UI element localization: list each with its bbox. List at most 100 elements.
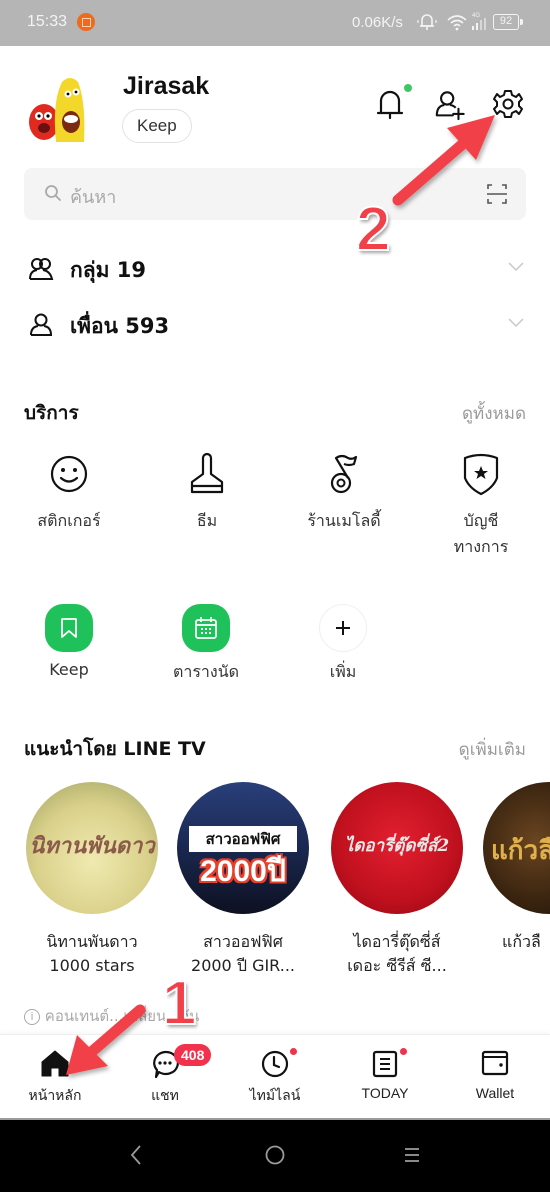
timeline-new-dot <box>290 1048 297 1055</box>
tv-title-line1: ไดอารี่ตุ๊ดซี่ส์ <box>353 932 441 951</box>
notification-dot <box>404 84 412 92</box>
plus-icon <box>336 621 350 635</box>
services-see-all-link[interactable]: ดูทั้งหมด <box>462 400 526 427</box>
screen-record-icon <box>77 13 95 31</box>
search-input[interactable]: ค้นหา <box>70 182 116 211</box>
alarm-bell-icon <box>417 14 437 30</box>
status-bar: 15:33 0.06K/s 4G 92 <box>0 0 550 46</box>
friends-row[interactable]: เพื่อน 593 <box>0 300 550 350</box>
nav-label: TODAY <box>361 1085 409 1101</box>
qr-scan-icon[interactable] <box>486 183 508 205</box>
tv-title-line1: แก้วลื <box>502 932 541 951</box>
avatar[interactable] <box>28 72 98 144</box>
keep-app-button[interactable] <box>45 604 93 652</box>
service-label: สติกเกอร์ <box>37 511 101 530</box>
tv-title-line1: นิทานพันดาว <box>46 932 138 951</box>
tv-thumbnail[interactable]: สาวออฟฟิศ 2000ปี <box>177 782 309 914</box>
home-circle-icon[interactable] <box>264 1144 286 1166</box>
service-label-line1: บัญชี <box>463 511 499 530</box>
music-note-icon <box>330 454 358 494</box>
tv-item[interactable]: สาวออฟฟิศ 2000ปี สาวออฟฟิศ 2000 ปี GIR... <box>176 782 310 978</box>
tv-title-line2: 2000 ปี GIR... <box>191 956 295 975</box>
groups-label: กลุ่ม 19 <box>70 258 146 282</box>
tv-thumbnail-text: 2000ปี <box>200 855 286 888</box>
menu-icon[interactable] <box>403 1144 421 1166</box>
system-nav-bar <box>0 1118 550 1192</box>
info-icon: i <box>24 1008 40 1025</box>
tv-item[interactable]: ไดอารี่ตุ๊ดซี่ส์2 ไดอารี่ตุ๊ดซี่ส์เดอะ ซ… <box>330 782 464 978</box>
home-icon <box>41 1050 69 1077</box>
paint-brush-icon <box>190 452 224 494</box>
chevron-down-icon[interactable] <box>508 318 524 328</box>
nav-today[interactable]: TODAY <box>330 1035 440 1117</box>
chat-unread-badge: 408 <box>174 1044 212 1066</box>
nav-label: แชท <box>151 1087 179 1103</box>
tv-item[interactable]: แก้วลื แก้วลื <box>482 782 550 954</box>
calendar-app-button[interactable] <box>182 604 230 652</box>
app-label: Keep <box>49 660 89 679</box>
search-bar[interactable]: ค้นหา <box>24 168 526 220</box>
tv-thumbnail[interactable]: แก้วลื <box>483 782 550 914</box>
network-speed: 0.06K/s <box>352 14 403 31</box>
tv-title-line2: 1000 stars <box>49 956 135 975</box>
keep-chip-button[interactable]: Keep <box>122 109 192 143</box>
bookmark-icon <box>61 618 77 638</box>
service-label-line2: ทางการ <box>453 537 509 556</box>
nav-label: หน้าหลัก <box>28 1087 82 1103</box>
nav-label: Wallet <box>475 1085 515 1101</box>
add-friend-icon[interactable] <box>434 88 466 122</box>
search-icon <box>45 185 61 201</box>
nav-wallet[interactable]: Wallet <box>440 1035 550 1117</box>
shield-star-icon <box>463 453 499 496</box>
app-label: ตารางนัด <box>172 662 240 681</box>
tv-thumbnail[interactable]: นิทานพันดาว <box>26 782 158 914</box>
today-new-dot <box>400 1048 407 1055</box>
news-icon <box>372 1050 398 1078</box>
tv-title: นิทานพันดาว 1000 stars <box>25 930 159 978</box>
nav-timeline[interactable]: ไทม์ไลน์ <box>220 1035 330 1117</box>
calendar-icon <box>195 617 217 639</box>
gear-icon[interactable] <box>492 88 524 122</box>
tv-thumbnail[interactable]: ไดอารี่ตุ๊ดซี่ส์2 <box>331 782 463 914</box>
services-title: บริการ <box>24 402 79 424</box>
service-melody-shop[interactable]: ร้านเมโลดี้ <box>284 452 404 534</box>
service-stickers[interactable]: สติกเกอร์ <box>9 452 129 534</box>
battery-icon: 92 <box>493 14 523 30</box>
chevron-down-icon[interactable] <box>508 262 524 272</box>
service-label: บัญชีทางการ <box>421 508 541 560</box>
app-keep[interactable]: Keep <box>9 604 129 679</box>
tv-thumbnail-text: นิทานพันดาว <box>29 833 155 859</box>
nav-home[interactable]: หน้าหลัก <box>0 1035 110 1117</box>
clock-icon <box>261 1050 289 1078</box>
annotation-step-2: 2 <box>355 194 392 265</box>
line-tv-title: แนะนำโดย LINE TV <box>24 738 206 760</box>
app-calendar[interactable]: ตารางนัด <box>146 604 266 685</box>
groups-row[interactable]: กลุ่ม 19 <box>0 244 550 294</box>
service-label: ธีม <box>196 511 218 530</box>
line-tv-see-more-link[interactable]: ดูเพิ่มเติม <box>459 736 526 763</box>
service-themes[interactable]: ธีม <box>147 452 267 534</box>
service-official-accounts[interactable]: บัญชีทางการ <box>421 452 541 560</box>
back-icon[interactable] <box>128 1144 144 1166</box>
tv-thumbnail-text: ไดอารี่ตุ๊ดซี่ส์2 <box>344 836 450 856</box>
tv-title: แก้วลื <box>482 930 550 954</box>
bottom-nav: หน้าหลัก แชท ไทม์ไลน์ TODAY Wallet <box>0 1034 550 1116</box>
wifi-icon <box>447 15 467 31</box>
annotation-step-1: 1 <box>161 968 198 1039</box>
service-label: ร้านเมโลดี้ <box>307 511 381 530</box>
bell-icon[interactable] <box>374 88 406 122</box>
profile-name[interactable]: Jirasak <box>123 72 209 101</box>
friends-label: เพื่อน 593 <box>70 314 170 338</box>
app-add-more[interactable]: เพิ่ม <box>283 604 403 685</box>
add-service-button[interactable] <box>319 604 367 652</box>
tv-title: ไดอารี่ตุ๊ดซี่ส์เดอะ ซีรีส์ ซี... <box>330 930 464 978</box>
nav-label: ไทม์ไลน์ <box>249 1087 301 1103</box>
tv-thumbnail-text: แก้วลื <box>491 836 550 866</box>
friend-icon <box>30 313 53 336</box>
tv-title-line1: สาวออฟฟิศ <box>203 932 283 951</box>
tv-title-line2: เดอะ ซีรีส์ ซี... <box>347 956 447 975</box>
tv-item[interactable]: นิทานพันดาว นิทานพันดาว 1000 stars <box>25 782 159 978</box>
smiley-icon <box>50 455 88 493</box>
svg-text:4G: 4G <box>472 13 480 19</box>
wallet-icon <box>481 1050 509 1076</box>
